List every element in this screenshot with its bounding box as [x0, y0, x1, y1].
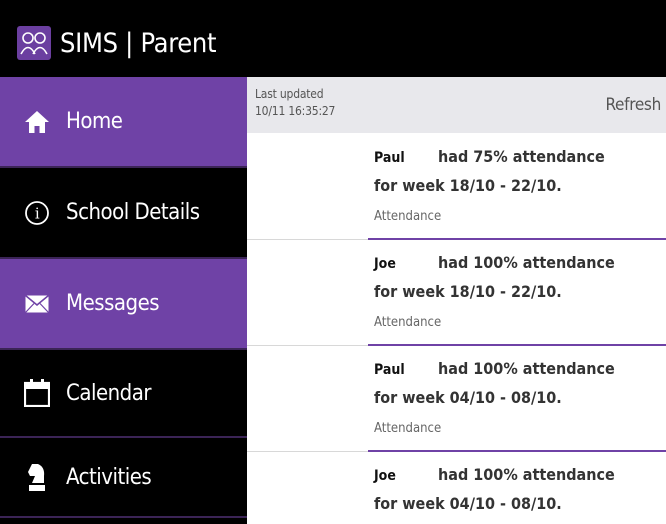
student-name: Joe: [374, 256, 396, 272]
brand: SIMS | Parent: [17, 26, 217, 60]
message-headline: Joe had 100% attendance: [374, 465, 615, 484]
sidebar-item-label: Calendar: [66, 380, 152, 406]
row-divider: [247, 239, 368, 240]
sidebar: Home i School Details Messages Calendar: [0, 77, 247, 524]
message-period: for week 18/10 - 22/10.: [374, 282, 562, 301]
message-category: Attendance: [374, 209, 442, 224]
message-item[interactable]: Joe had 100% attendance for week 18/10 - …: [368, 240, 666, 346]
message-item[interactable]: Joe had 100% attendance for week 04/10 - …: [368, 452, 666, 524]
row-divider: [247, 451, 368, 452]
sidebar-item-home[interactable]: Home: [0, 77, 247, 166]
message-item[interactable]: Paul had 75% attendance for week 18/10 - …: [368, 134, 666, 240]
last-updated-value: 10/11 16:35:27: [255, 104, 336, 118]
sidebar-divider: [0, 516, 247, 518]
home-icon: [22, 107, 52, 137]
message-headline: Joe had 100% attendance: [374, 253, 615, 272]
message-text: had 100% attendance: [438, 465, 615, 484]
info-icon: i: [22, 198, 52, 228]
message-category: Attendance: [374, 421, 442, 436]
svg-text:i: i: [35, 204, 40, 222]
sidebar-item-label: Home: [66, 109, 123, 134]
last-updated-label: Last updated: [255, 87, 324, 101]
sidebar-item-label: Messages: [66, 291, 160, 316]
message-headline: Paul had 75% attendance: [374, 147, 605, 166]
student-name: Joe: [374, 468, 396, 484]
student-name: Paul: [374, 362, 405, 378]
message-headline: Paul had 100% attendance: [374, 359, 615, 378]
row-divider: [247, 345, 368, 346]
message-item[interactable]: Paul had 100% attendance for week 04/10 -…: [368, 346, 666, 452]
message-period: for week 04/10 - 08/10.: [374, 494, 562, 513]
calendar-icon: [22, 378, 52, 408]
update-bar: Last updated 10/11 16:35:27 Refresh: [247, 77, 666, 133]
sidebar-item-messages[interactable]: Messages: [0, 259, 247, 348]
sidebar-item-label: Activities: [66, 464, 152, 490]
refresh-button[interactable]: Refresh: [605, 95, 661, 115]
sidebar-item-school-details[interactable]: i School Details: [0, 168, 247, 257]
message-text: had 100% attendance: [438, 359, 615, 378]
sidebar-item-calendar[interactable]: Calendar: [0, 350, 247, 436]
sidebar-item-activities[interactable]: Activities: [0, 438, 247, 516]
message-text: had 100% attendance: [438, 253, 615, 272]
app-window: SIMS | Parent Home i School Details Mess…: [0, 0, 666, 524]
people-logo-icon: [17, 26, 51, 60]
sidebar-item-label: School Details: [66, 200, 200, 225]
app-title: SIMS | Parent: [60, 27, 217, 59]
message-text: had 75% attendance: [438, 147, 605, 166]
message-category: Attendance: [374, 315, 442, 330]
envelope-icon: [22, 289, 52, 319]
student-name: Paul: [374, 150, 405, 166]
chess-knight-icon: [22, 462, 52, 492]
message-period: for week 18/10 - 22/10.: [374, 176, 562, 195]
message-period: for week 04/10 - 08/10.: [374, 388, 562, 407]
last-updated: Last updated 10/11 16:35:27: [255, 86, 335, 120]
top-bar: SIMS | Parent: [0, 0, 666, 77]
